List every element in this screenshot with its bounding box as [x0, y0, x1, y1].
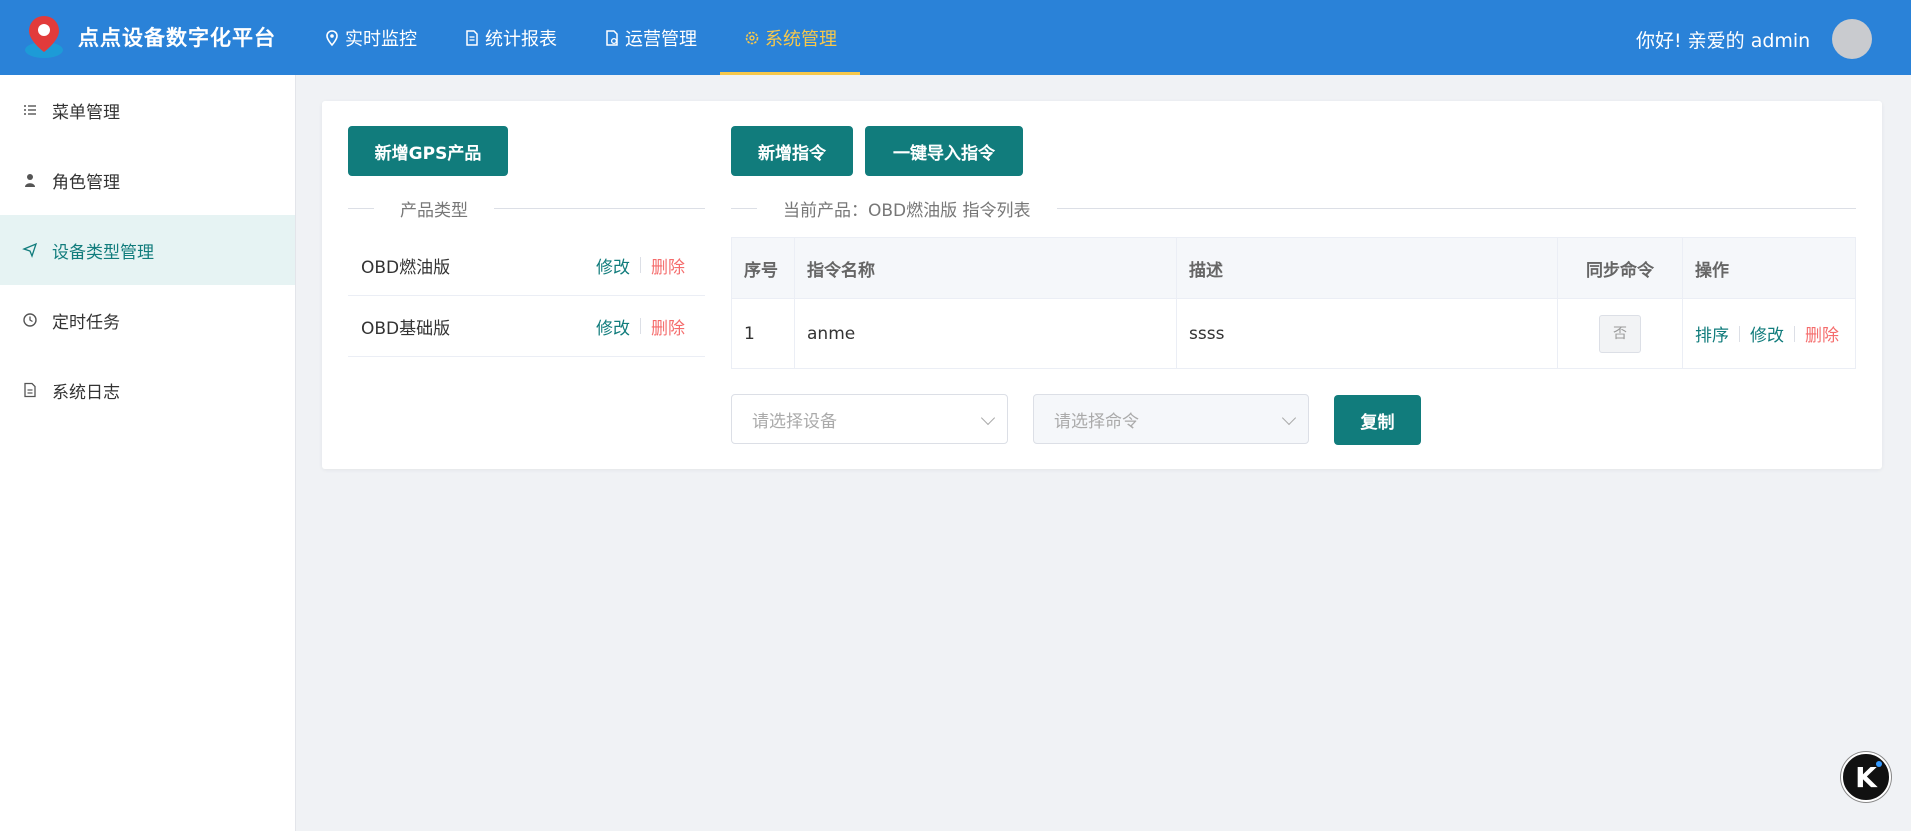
document-settings-icon	[606, 29, 618, 46]
nav-item-label: 系统管理	[765, 28, 837, 50]
product-item[interactable]: OBD基础版 修改 删除	[348, 296, 705, 357]
log-icon	[24, 382, 36, 398]
nav-item-statistics-report[interactable]: 统计报表	[440, 0, 580, 75]
gear-icon	[745, 31, 759, 44]
product-delete-link[interactable]: 删除	[651, 253, 685, 278]
document-icon	[466, 29, 478, 46]
command-section-label: 当前产品：OBD燃油版 指令列表	[783, 200, 1031, 221]
divider	[1739, 325, 1740, 342]
column-header-sync: 同步命令	[1557, 237, 1683, 299]
chevron-down-icon	[1281, 410, 1297, 426]
nav-item-label: 统计报表	[485, 28, 557, 50]
cell-name: anme	[794, 298, 1177, 369]
product-delete-link[interactable]: 删除	[651, 314, 685, 339]
sidebar-item-system-log[interactable]: 系统日志	[0, 355, 295, 425]
nav-item-realtime-monitor[interactable]: 实时监控	[300, 0, 440, 75]
sidebar-item-menu-manage[interactable]: 菜单管理	[0, 75, 295, 145]
column-header-description: 描述	[1176, 237, 1558, 299]
main-card: 新增GPS产品 新增指令 一键导入指令 产品类型 当前产品：OBD燃油版 指令列…	[322, 101, 1882, 469]
app-title: 点点设备数字化平台	[78, 26, 276, 50]
clock-icon	[23, 313, 37, 327]
top-nav: 实时监控 统计报表 运营管理 系统管理	[300, 0, 860, 75]
send-icon	[22, 242, 38, 258]
product-name: OBD燃油版	[361, 257, 451, 278]
nav-item-label: 运营管理	[625, 28, 697, 50]
command-table: 序号 指令名称 描述 同步命令 操作 1 anme ssss 否 排序 修改 删…	[731, 237, 1856, 369]
sidebar-item-label: 系统日志	[52, 382, 120, 403]
sidebar-item-label: 定时任务	[52, 312, 120, 333]
avatar[interactable]	[1832, 19, 1872, 59]
add-command-button[interactable]: 新增指令	[731, 126, 853, 176]
nav-item-operation-manage[interactable]: 运营管理	[580, 0, 720, 75]
divider	[640, 318, 641, 334]
edit-link[interactable]: 修改	[1750, 321, 1784, 346]
product-edit-link[interactable]: 修改	[596, 253, 630, 278]
logo-icon	[25, 16, 63, 58]
command-section-title: 当前产品：OBD燃油版 指令列表	[731, 197, 1856, 221]
cell-description: ssss	[1176, 298, 1558, 369]
cell-index: 1	[731, 298, 795, 369]
sidebar-item-label: 菜单管理	[52, 102, 120, 123]
product-item[interactable]: OBD燃油版 修改 删除	[348, 235, 705, 296]
sidebar-item-scheduled-tasks[interactable]: 定时任务	[0, 285, 295, 355]
sidebar-item-role-manage[interactable]: 角色管理	[0, 145, 295, 215]
sidebar-item-label: 设备类型管理	[52, 242, 154, 263]
floating-badge-letter: K	[1855, 760, 1877, 794]
table-row: 1 anme ssss 否 排序 修改 删除	[731, 298, 1856, 369]
location-pin-icon	[326, 29, 338, 46]
notification-dot-icon	[1876, 761, 1882, 767]
sidebar-item-device-type-manage[interactable]: 设备类型管理	[0, 215, 295, 285]
command-select[interactable]: 请选择命令	[1033, 394, 1309, 444]
product-name: OBD基础版	[361, 318, 451, 339]
device-select[interactable]: 请选择设备	[731, 394, 1008, 444]
user-greeting: 你好! 亲爱的 admin	[1636, 30, 1811, 52]
sync-status-badge: 否	[1599, 314, 1641, 353]
top-header: 点点设备数字化平台 实时监控 统计报表 运营管理 系统管理 你好! 亲爱的 ad…	[0, 0, 1911, 75]
nav-item-label: 实时监控	[345, 28, 417, 50]
list-icon	[24, 105, 36, 115]
column-header-name: 指令名称	[794, 237, 1177, 299]
column-header-actions: 操作	[1682, 237, 1856, 299]
cell-sync: 否	[1557, 298, 1683, 369]
table-header-row: 序号 指令名称 描述 同步命令 操作	[731, 237, 1856, 299]
sidebar-item-label: 角色管理	[52, 172, 120, 193]
device-select-placeholder: 请选择设备	[752, 411, 837, 432]
nav-item-system-manage[interactable]: 系统管理	[720, 0, 860, 75]
product-edit-link[interactable]: 修改	[596, 314, 630, 339]
copy-button[interactable]: 复制	[1334, 395, 1421, 445]
user-icon	[25, 174, 35, 187]
product-section-title: 产品类型	[348, 197, 705, 221]
import-commands-button[interactable]: 一键导入指令	[865, 126, 1023, 176]
cell-actions: 排序 修改 删除	[1682, 298, 1856, 369]
add-gps-product-button[interactable]: 新增GPS产品	[348, 126, 508, 176]
sidebar: 菜单管理 角色管理 设备类型管理 定时任务 系统日志	[0, 75, 296, 831]
command-select-placeholder: 请选择命令	[1054, 411, 1139, 432]
chevron-down-icon	[980, 410, 996, 426]
product-section-label: 产品类型	[400, 200, 468, 221]
delete-link[interactable]: 删除	[1805, 321, 1839, 346]
floating-k-icon[interactable]: K	[1841, 752, 1891, 802]
sort-link[interactable]: 排序	[1695, 321, 1729, 346]
divider	[1794, 325, 1795, 342]
column-header-index: 序号	[731, 237, 795, 299]
divider	[640, 257, 641, 273]
